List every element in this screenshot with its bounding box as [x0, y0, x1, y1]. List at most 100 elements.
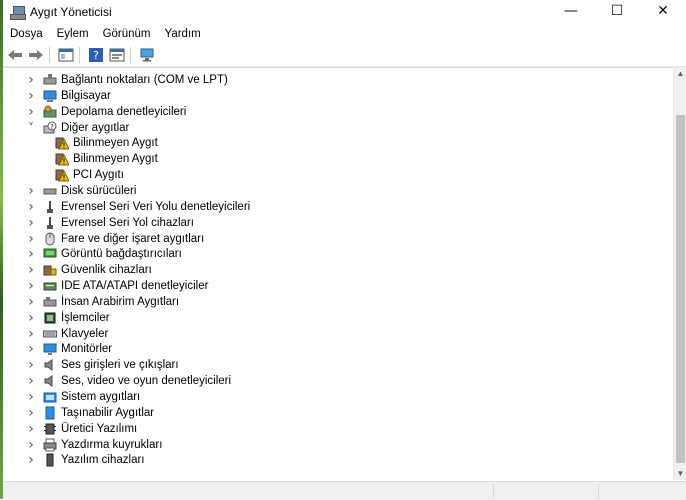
tree-item-label: Sistem aygıtları [61, 391, 141, 403]
chevron-right-icon[interactable]: › [25, 88, 37, 104]
menu-view[interactable]: Görünüm [96, 28, 158, 40]
security-icon [43, 263, 57, 277]
menu-file[interactable]: Dosya [3, 28, 50, 40]
tree-category[interactable]: › Görüntü bağdaştırıcıları [25, 246, 182, 262]
disk-icon [43, 184, 57, 198]
chevron-right-icon[interactable]: › [25, 215, 37, 231]
tree-item-label: Diğer aygıtlar [61, 121, 130, 134]
usb-icon [43, 216, 57, 230]
computer-icon [43, 89, 57, 103]
chevron-right-icon[interactable]: › [25, 246, 37, 262]
tree-category[interactable]: › İnsan Arabirim Aygıtları [25, 294, 179, 310]
tree-item-label: Monitörler [61, 343, 113, 356]
tree-device[interactable]: PCI Aygıtı [37, 167, 124, 183]
menu-help[interactable]: Yardım [158, 28, 208, 40]
view-icon [58, 48, 74, 62]
other-devices-icon: ? [43, 121, 57, 135]
tree-category[interactable]: › Klavyeler [25, 326, 108, 342]
minimize-button[interactable]: — [548, 0, 594, 22]
tree-category[interactable]: › Ses girişleri ve çıkışları [25, 357, 179, 373]
tree-category[interactable]: › Fare ve diğer işaret aygıtları [25, 231, 204, 247]
tree-item-label: Yazdırma kuyrukları [61, 438, 163, 451]
chevron-right-icon[interactable]: › [25, 310, 37, 326]
tree-item-label: Disk sürücüleri [61, 184, 137, 197]
chevron-right-icon[interactable]: › [25, 405, 37, 421]
tree-category[interactable]: › Disk sürücüleri [25, 183, 136, 199]
tree-category[interactable]: › Taşınabilir Aygıtlar [25, 405, 154, 421]
tree-item-label: Ses girişleri ve çıkışları [61, 359, 179, 372]
chevron-right-icon[interactable]: › [25, 262, 37, 278]
toolbar: ? [3, 44, 686, 67]
maximize-button[interactable]: ☐ [594, 0, 640, 22]
hid-icon [43, 295, 57, 309]
forward-button[interactable] [27, 46, 45, 64]
tree-category[interactable]: › Bilgisayar [25, 88, 111, 104]
audio-icon [43, 358, 57, 372]
forward-icon [29, 50, 43, 60]
tree-category[interactable]: ˅? Diğer aygıtlar [25, 120, 129, 136]
tree-category[interactable]: › Yazdırma kuyrukları [25, 437, 162, 453]
scan-monitor-icon [140, 48, 154, 62]
ide-icon [43, 279, 57, 293]
portable-icon [43, 406, 57, 420]
tree-category[interactable]: › Depolama denetleyicileri [25, 104, 186, 120]
chevron-right-icon[interactable]: › [25, 373, 37, 389]
chevron-down-icon[interactable]: ˅ [25, 121, 37, 135]
chevron-right-icon[interactable]: › [25, 104, 37, 120]
chevron-right-icon[interactable]: › [25, 199, 37, 215]
tree-category[interactable]: › İşlemciler [25, 310, 109, 326]
chevron-right-icon[interactable]: › [25, 421, 37, 437]
tree-category[interactable]: › Monitörler [25, 341, 112, 357]
scan-hardware-button[interactable] [138, 46, 156, 64]
device-manager-icon [10, 5, 26, 20]
chevron-right-icon[interactable]: › [25, 183, 37, 199]
scrollbar-thumb[interactable] [676, 115, 685, 463]
storage-icon [43, 105, 57, 119]
tree-category[interactable]: › Bağlantı noktaları (COM ve LPT) [25, 72, 228, 88]
chevron-right-icon[interactable]: › [25, 389, 37, 405]
chevron-right-icon[interactable]: › [25, 452, 37, 468]
status-bar [3, 481, 686, 500]
tree-item-label: Bağlantı noktaları (COM ve LPT) [61, 74, 228, 86]
help-button[interactable]: ? [87, 46, 105, 64]
monitor-icon [43, 342, 57, 356]
system-icon [43, 390, 57, 404]
audio-icon [43, 374, 57, 388]
tree-device[interactable]: Bilinmeyen Aygıt [37, 151, 158, 167]
chevron-right-icon[interactable]: › [25, 341, 37, 357]
chevron-right-icon[interactable]: › [25, 437, 37, 453]
menu-action[interactable]: Eylem [50, 28, 96, 40]
chevron-right-icon[interactable]: › [25, 72, 37, 88]
tree-category[interactable]: › Evrensel Seri Veri Yolu denetleyicileri [25, 199, 250, 215]
chevron-right-icon[interactable]: › [25, 326, 37, 342]
tree-item-label: Üretici Yazılımı [61, 422, 138, 435]
properties-button[interactable] [108, 46, 126, 64]
tree-device[interactable]: Bilinmeyen Aygıt [37, 135, 158, 151]
port-icon [43, 73, 57, 87]
tree-category[interactable]: › Güvenlik cihazları [25, 262, 152, 278]
tree-item-label: Klavyeler [61, 327, 109, 340]
device-tree: › Bağlantı noktaları (COM ve LPT) › Bilgisa… [3, 67, 673, 481]
chevron-right-icon[interactable]: › [25, 231, 37, 247]
show-hide-tree-button[interactable] [57, 46, 75, 64]
tree-category[interactable]: › Yazılım cihazları [25, 452, 144, 468]
usb-icon [43, 200, 57, 214]
chevron-right-icon[interactable]: › [25, 294, 37, 310]
vertical-scrollbar[interactable]: ▲ ▼ [673, 67, 686, 480]
tree-item-label: Ses, video ve oyun denetleyicileri [61, 375, 232, 388]
close-button[interactable]: ✕ [640, 0, 686, 22]
software-device-icon [43, 453, 57, 467]
firmware-icon [43, 422, 57, 436]
scroll-up-arrow-icon[interactable]: ▲ [674, 67, 686, 80]
tree-category[interactable]: › Üretici Yazılımı [25, 421, 137, 437]
tree-category[interactable]: › Evrensel Seri Yol cihazları [25, 215, 194, 231]
scroll-down-arrow-icon[interactable]: ▼ [674, 467, 686, 480]
chevron-right-icon[interactable]: › [25, 357, 37, 373]
properties-icon [109, 48, 125, 62]
chevron-right-icon[interactable]: › [25, 278, 37, 294]
tree-category[interactable]: › Ses, video ve oyun denetleyicileri [25, 373, 231, 389]
back-button[interactable] [6, 46, 24, 64]
tree-item-label: Bilgisayar [61, 89, 111, 102]
tree-category[interactable]: › IDE ATA/ATAPI denetleyiciler [25, 278, 208, 294]
tree-category[interactable]: › Sistem aygıtları [25, 389, 140, 405]
